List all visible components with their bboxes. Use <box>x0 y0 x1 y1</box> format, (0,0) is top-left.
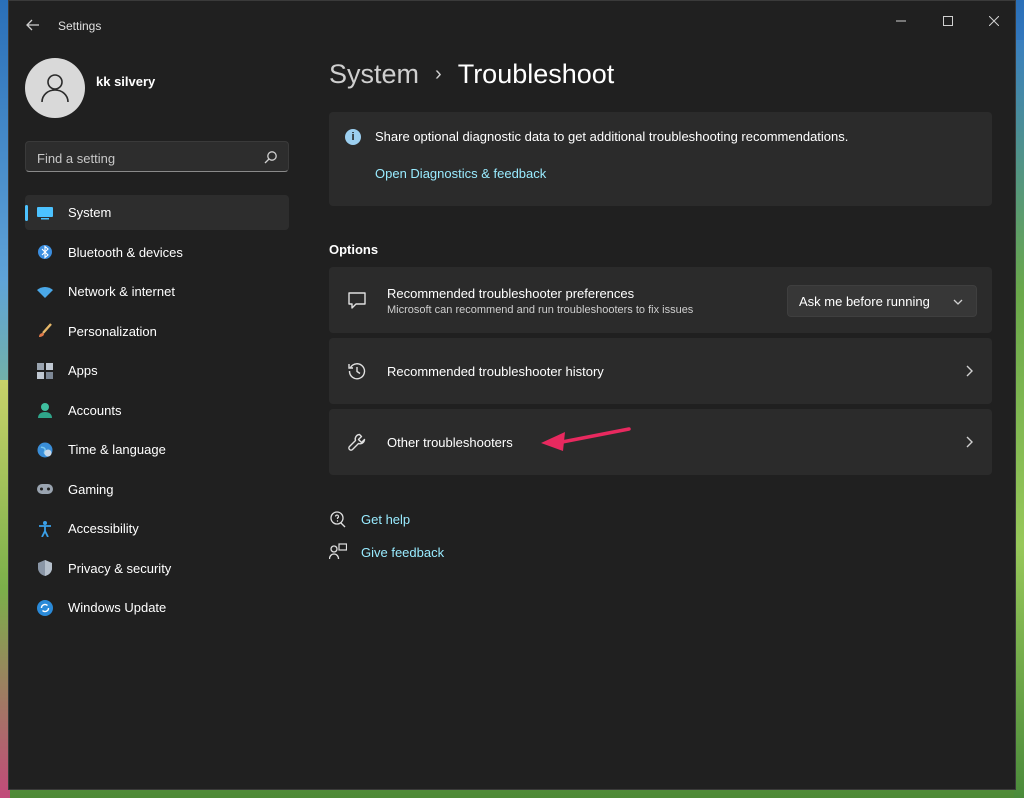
back-button[interactable] <box>21 13 45 37</box>
search-input[interactable] <box>35 148 259 168</box>
annotation-arrow-icon <box>541 427 631 451</box>
settings-window: Settings kk silvery System <box>8 0 1016 790</box>
history-icon <box>348 363 366 380</box>
gamepad-icon <box>37 481 53 497</box>
feedback-icon <box>329 543 347 560</box>
sidebar-item-gaming[interactable]: Gaming <box>25 472 289 507</box>
minimize-button[interactable] <box>878 7 924 35</box>
wrench-icon <box>348 433 366 451</box>
system-icon <box>37 205 53 221</box>
search-box <box>25 141 289 172</box>
minimize-icon <box>896 20 906 22</box>
close-button[interactable] <box>971 7 1015 35</box>
sidebar-item-apps[interactable]: Apps <box>25 353 289 388</box>
other-troubleshooters-title: Other troubleshooters <box>387 435 513 450</box>
sidebar-item-personalization[interactable]: Personalization <box>25 314 289 349</box>
update-icon <box>37 599 53 616</box>
search-icon[interactable] <box>264 150 278 164</box>
shield-icon <box>37 560 53 576</box>
sidebar-item-time-language[interactable]: Time & language <box>25 432 289 467</box>
maximize-button[interactable] <box>925 7 971 35</box>
chevron-right-icon <box>966 365 973 377</box>
close-icon <box>989 16 999 26</box>
avatar[interactable] <box>25 58 85 118</box>
preferences-title: Recommended troubleshooter preferences <box>387 286 635 301</box>
sidebar-item-network[interactable]: Network & internet <box>25 274 289 309</box>
account-icon <box>37 402 53 418</box>
options-heading: Options <box>329 242 379 257</box>
globe-icon <box>37 442 53 458</box>
page-title: Troubleshoot <box>457 59 615 89</box>
sidebar-item-label: Privacy & security <box>68 560 172 576</box>
other-troubleshooters-card[interactable]: Other troubleshooters <box>329 409 992 475</box>
sidebar-item-label: Apps <box>68 363 98 378</box>
wifi-icon <box>37 284 53 300</box>
title-bar: Settings <box>9 1 1015 49</box>
brush-icon <box>37 323 53 339</box>
chat-message-icon <box>348 292 366 309</box>
sidebar-item-label: Personalization <box>68 323 157 339</box>
troubleshooter-preference-dropdown[interactable]: Ask me before running <box>787 285 977 317</box>
sidebar-item-label: Windows Update <box>68 600 167 615</box>
user-icon <box>41 74 69 103</box>
sidebar-item-privacy-security[interactable]: Privacy & security <box>25 551 289 586</box>
troubleshooter-preferences-card: Recommended troubleshooter preferences M… <box>329 267 992 333</box>
open-diagnostics-link[interactable]: Open Diagnostics & feedback <box>375 166 546 181</box>
sidebar-item-label: System <box>68 205 112 220</box>
sidebar-item-windows-update[interactable]: Windows Update <box>25 590 289 625</box>
sidebar-item-system[interactable]: System <box>25 195 289 230</box>
chevron-down-icon <box>953 299 963 305</box>
sidebar-item-label: Accessibility <box>68 521 139 536</box>
give-feedback-label: Give feedback <box>361 544 445 560</box>
get-help-label: Get help <box>361 511 411 527</box>
sidebar-item-accounts[interactable]: Accounts <box>25 393 289 428</box>
sidebar-item-bluetooth[interactable]: Bluetooth & devices <box>25 235 289 270</box>
sidebar-item-label: Gaming <box>68 481 114 497</box>
help-chat-icon <box>330 511 346 528</box>
bluetooth-icon <box>37 244 53 260</box>
preferences-subtitle: Microsoft can recommend and run troubles… <box>387 304 694 316</box>
sidebar-item-label: Network & internet <box>68 284 175 299</box>
sidebar-item-accessibility[interactable]: Accessibility <box>25 511 289 546</box>
breadcrumb-separator: › <box>435 63 442 85</box>
info-text: Share optional diagnostic data to get ad… <box>375 129 849 144</box>
diagnostics-info-card: i Share optional diagnostic data to get … <box>329 112 992 206</box>
dropdown-selected-value: Ask me before running <box>799 294 930 309</box>
back-arrow-icon <box>26 19 39 31</box>
sidebar-item-label: Accounts <box>68 402 122 418</box>
chevron-right-icon <box>966 436 973 448</box>
info-icon: i <box>345 129 361 145</box>
apps-icon <box>37 362 53 379</box>
breadcrumb: System › Troubleshoot <box>329 59 614 90</box>
history-title: Recommended troubleshooter history <box>387 364 604 379</box>
sidebar-item-label: Time & language <box>68 442 166 457</box>
accessibility-icon <box>37 520 53 537</box>
breadcrumb-parent[interactable]: System <box>329 59 419 89</box>
maximize-icon <box>943 16 953 26</box>
profile-name: kk silvery <box>96 74 156 89</box>
give-feedback-link[interactable]: Give feedback <box>329 543 444 561</box>
app-title: Settings <box>58 19 102 33</box>
troubleshooter-history-card[interactable]: Recommended troubleshooter history <box>329 338 992 404</box>
sidebar-item-label: Bluetooth & devices <box>68 244 183 260</box>
get-help-link[interactable]: Get help <box>329 510 410 528</box>
sidebar-nav: System Bluetooth & devices Network & int… <box>25 195 289 630</box>
